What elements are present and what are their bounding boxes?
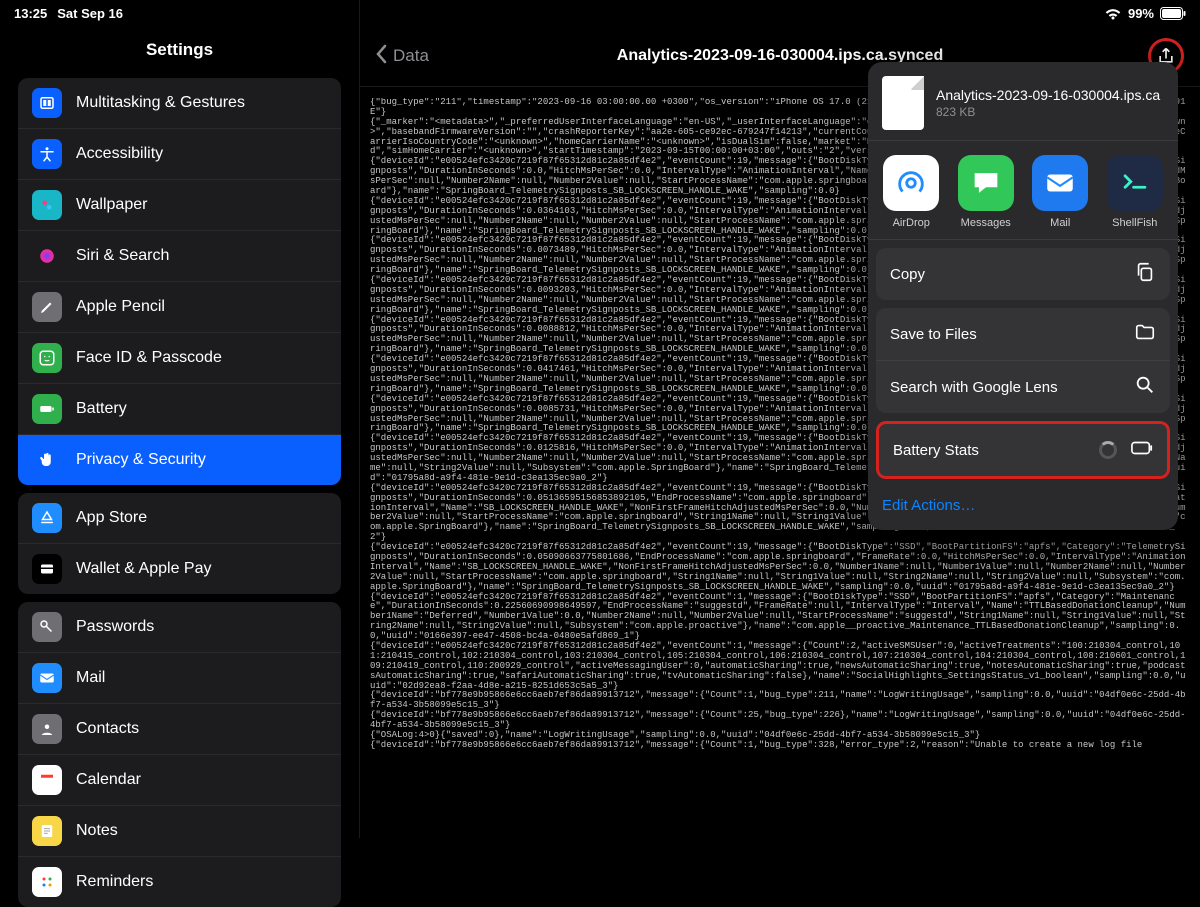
settings-row-passwords[interactable]: Passwords [18, 602, 341, 652]
action-copy[interactable]: Copy [876, 248, 1170, 300]
share-sheet: Analytics-2023-09-16-030004.ips.ca 823 K… [868, 62, 1178, 530]
share-app-messages[interactable]: Messages [951, 155, 1022, 229]
terminal-icon [1107, 155, 1163, 211]
settings-row-wallet-apple-pay[interactable]: Wallet & Apple Pay [18, 543, 341, 594]
settings-row-label: App Store [76, 509, 147, 527]
share-file-row: Analytics-2023-09-16-030004.ips.ca 823 K… [868, 62, 1178, 141]
action-battery-stats[interactable]: Battery Stats [876, 421, 1170, 479]
settings-row-label: Calendar [76, 771, 141, 789]
settings-row-app-store[interactable]: App Store [18, 493, 341, 543]
share-app-label: Messages [961, 217, 1011, 229]
settings-row-label: Wallpaper [76, 196, 147, 214]
hand-icon [32, 445, 62, 475]
battery-stats-icon [1131, 437, 1153, 463]
copy-icon [1134, 261, 1156, 287]
notes-icon [32, 816, 62, 846]
spinner-icon [1099, 441, 1117, 459]
settings-row-reminders[interactable]: Reminders [18, 856, 341, 907]
search-icon [1134, 374, 1156, 400]
settings-row-siri-search[interactable]: Siri & Search [18, 230, 341, 281]
action-lens-label: Search with Google Lens [890, 379, 1058, 396]
multitask-icon [32, 88, 62, 118]
contact-icon [32, 714, 62, 744]
settings-row-label: Privacy & Security [76, 451, 206, 469]
data-pane: Data Analytics-2023-09-16-030004.ips.ca.… [360, 0, 1200, 838]
settings-row-label: Notes [76, 822, 118, 840]
airdrop-icon [883, 155, 939, 211]
settings-row-accessibility[interactable]: Accessibility [18, 128, 341, 179]
share-file-name: Analytics-2023-09-16-030004.ips.ca [936, 87, 1160, 103]
calendar-icon [32, 765, 62, 795]
action-battery-label: Battery Stats [893, 442, 979, 459]
battery-icon [1160, 7, 1186, 20]
settings-title: Settings [0, 26, 359, 70]
share-app-label: ShellFish [1112, 217, 1157, 229]
siri-icon [32, 241, 62, 271]
wallpaper-icon [32, 190, 62, 220]
appstore-icon [32, 503, 62, 533]
status-date: Sat Sep 16 [57, 6, 123, 21]
action-save-to-files[interactable]: Save to Files [876, 308, 1170, 360]
settings-row-label: Face ID & Passcode [76, 349, 222, 367]
chevron-left-icon [376, 44, 388, 69]
status-time: 13:25 [14, 6, 47, 21]
action-copy-label: Copy [890, 266, 925, 283]
settings-row-label: Battery [76, 400, 127, 418]
settings-pane: Settings Multitasking & Gestures Accessib… [0, 0, 360, 838]
faceid-icon [32, 343, 62, 373]
settings-row-face-id-passcode[interactable]: Face ID & Passcode [18, 332, 341, 383]
mail-icon [1032, 155, 1088, 211]
action-save-label: Save to Files [890, 326, 977, 343]
edit-actions-link[interactable]: Edit Actions… [868, 487, 1178, 530]
share-app-label: Mail [1050, 217, 1070, 229]
key-icon [32, 612, 62, 642]
settings-row-label: Apple Pencil [76, 298, 165, 316]
settings-row-multitasking-gestures[interactable]: Multitasking & Gestures [18, 78, 341, 128]
status-bar: 13:25 Sat Sep 16 99% [0, 0, 1200, 26]
settings-row-wallpaper[interactable]: Wallpaper [18, 179, 341, 230]
status-battery-pct: 99% [1128, 6, 1154, 21]
settings-row-label: Contacts [76, 720, 139, 738]
back-label: Data [393, 46, 429, 66]
settings-row-label: Passwords [76, 618, 154, 636]
settings-row-privacy-security[interactable]: Privacy & Security [18, 434, 341, 485]
document-icon [882, 76, 924, 130]
settings-row-contacts[interactable]: Contacts [18, 703, 341, 754]
settings-row-apple-pencil[interactable]: Apple Pencil [18, 281, 341, 332]
settings-row-mail[interactable]: Mail [18, 652, 341, 703]
accessibility-icon [32, 139, 62, 169]
share-app-mail[interactable]: Mail [1025, 155, 1096, 229]
share-app-airdrop[interactable]: AirDrop [876, 155, 947, 229]
settings-row-notes[interactable]: Notes [18, 805, 341, 856]
share-file-size: 823 KB [936, 105, 1160, 119]
settings-row-label: Reminders [76, 873, 153, 891]
settings-row-label: Accessibility [76, 145, 163, 163]
settings-row-battery[interactable]: Battery [18, 383, 341, 434]
settings-row-label: Mail [76, 669, 105, 687]
battery-icon [32, 394, 62, 424]
folder-icon [1134, 321, 1156, 347]
settings-row-calendar[interactable]: Calendar [18, 754, 341, 805]
settings-row-label: Siri & Search [76, 247, 169, 265]
mail-icon [32, 663, 62, 693]
pencil-icon [32, 292, 62, 322]
settings-row-label: Wallet & Apple Pay [76, 560, 211, 578]
wallet-icon [32, 554, 62, 584]
back-button[interactable]: Data [376, 44, 429, 69]
action-google-lens[interactable]: Search with Google Lens [876, 360, 1170, 413]
wifi-icon [1104, 7, 1122, 20]
reminders-icon [32, 867, 62, 897]
share-app-label: AirDrop [893, 217, 930, 229]
settings-row-label: Multitasking & Gestures [76, 94, 245, 112]
share-app-shellfish[interactable]: ShellFish [1100, 155, 1171, 229]
messages-icon [958, 155, 1014, 211]
